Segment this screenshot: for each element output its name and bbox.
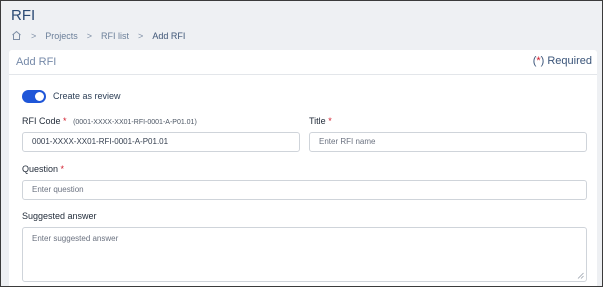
required-star: * (60, 164, 65, 174)
add-rfi-card: Add RFI (*) Required Create as review RF… (9, 50, 597, 286)
card-header: Add RFI (*) Required (9, 50, 597, 75)
title-label: Title * (309, 116, 332, 126)
question-label: Question * (22, 164, 64, 174)
required-suffix: ) Required (540, 55, 592, 67)
breadcrumb-rfi-list[interactable]: RFI list (101, 31, 129, 41)
question-input[interactable]: Enter question (22, 180, 587, 200)
required-star: * (328, 116, 332, 126)
breadcrumb-separator: > (138, 30, 144, 41)
home-icon[interactable] (11, 30, 22, 41)
suggested-answer-label: Suggested answer (22, 211, 97, 221)
breadcrumb: > Projects > RFI list > Add RFI (11, 30, 185, 41)
question-label-text: Question (22, 164, 59, 174)
breadcrumb-add-rfi: Add RFI (152, 30, 186, 41)
rfi-code-label: RFI Code * (0001-XXXX-XX01-RFI-0001-A-P0… (22, 116, 197, 126)
suggested-answer-textarea[interactable]: Enter suggested answer (22, 227, 587, 282)
card-title: Add RFI (16, 56, 57, 68)
create-as-review-toggle[interactable] (22, 90, 46, 103)
rfi-code-input[interactable]: 0001-XXXX-XX01-RFI-0001-A-P01.01 (22, 132, 300, 152)
page-title: RFI (11, 7, 36, 24)
breadcrumb-projects[interactable]: Projects (45, 31, 78, 41)
create-as-review-label: Create as review (53, 91, 121, 101)
app-frame: RFI > Projects > RFI list > Add RFI Add … (0, 0, 603, 287)
required-legend: (*) Required (533, 55, 592, 67)
title-label-text: Title (309, 116, 326, 126)
rfi-code-label-text: RFI Code (22, 116, 61, 126)
suggested-answer-placeholder: Enter suggested answer (32, 234, 119, 243)
title-input[interactable]: Enter RFI name (309, 132, 587, 152)
breadcrumb-separator: > (86, 30, 93, 41)
toggle-knob (35, 92, 44, 101)
resize-handle-icon[interactable] (577, 272, 584, 279)
required-star: * (63, 116, 67, 126)
breadcrumb-separator: > (31, 30, 37, 41)
rfi-code-hint: (0001-XXXX-XX01-RFI-0001-A-P01.01) (73, 119, 197, 126)
